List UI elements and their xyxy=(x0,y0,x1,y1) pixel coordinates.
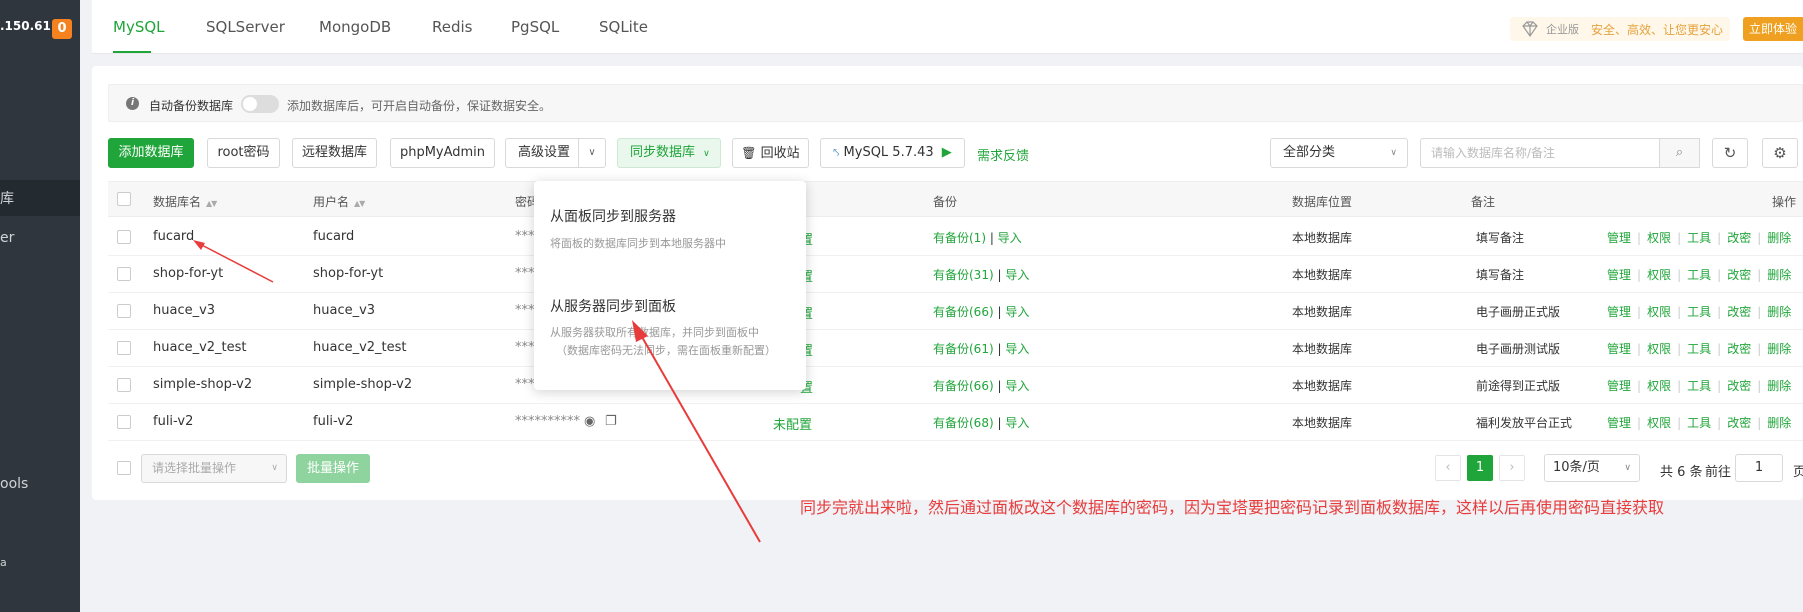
annotation-text: 同步完就出来啦，然后通过面板改这个数据库的密码，因为宝塔要把密码记录到面板数据库… xyxy=(800,498,1665,517)
arrow-to-sync-item xyxy=(637,329,761,543)
arrow-head xyxy=(193,240,205,250)
annotation-arrows xyxy=(193,240,761,543)
arrow-to-fucard xyxy=(195,241,274,283)
arrow-head xyxy=(632,320,648,342)
